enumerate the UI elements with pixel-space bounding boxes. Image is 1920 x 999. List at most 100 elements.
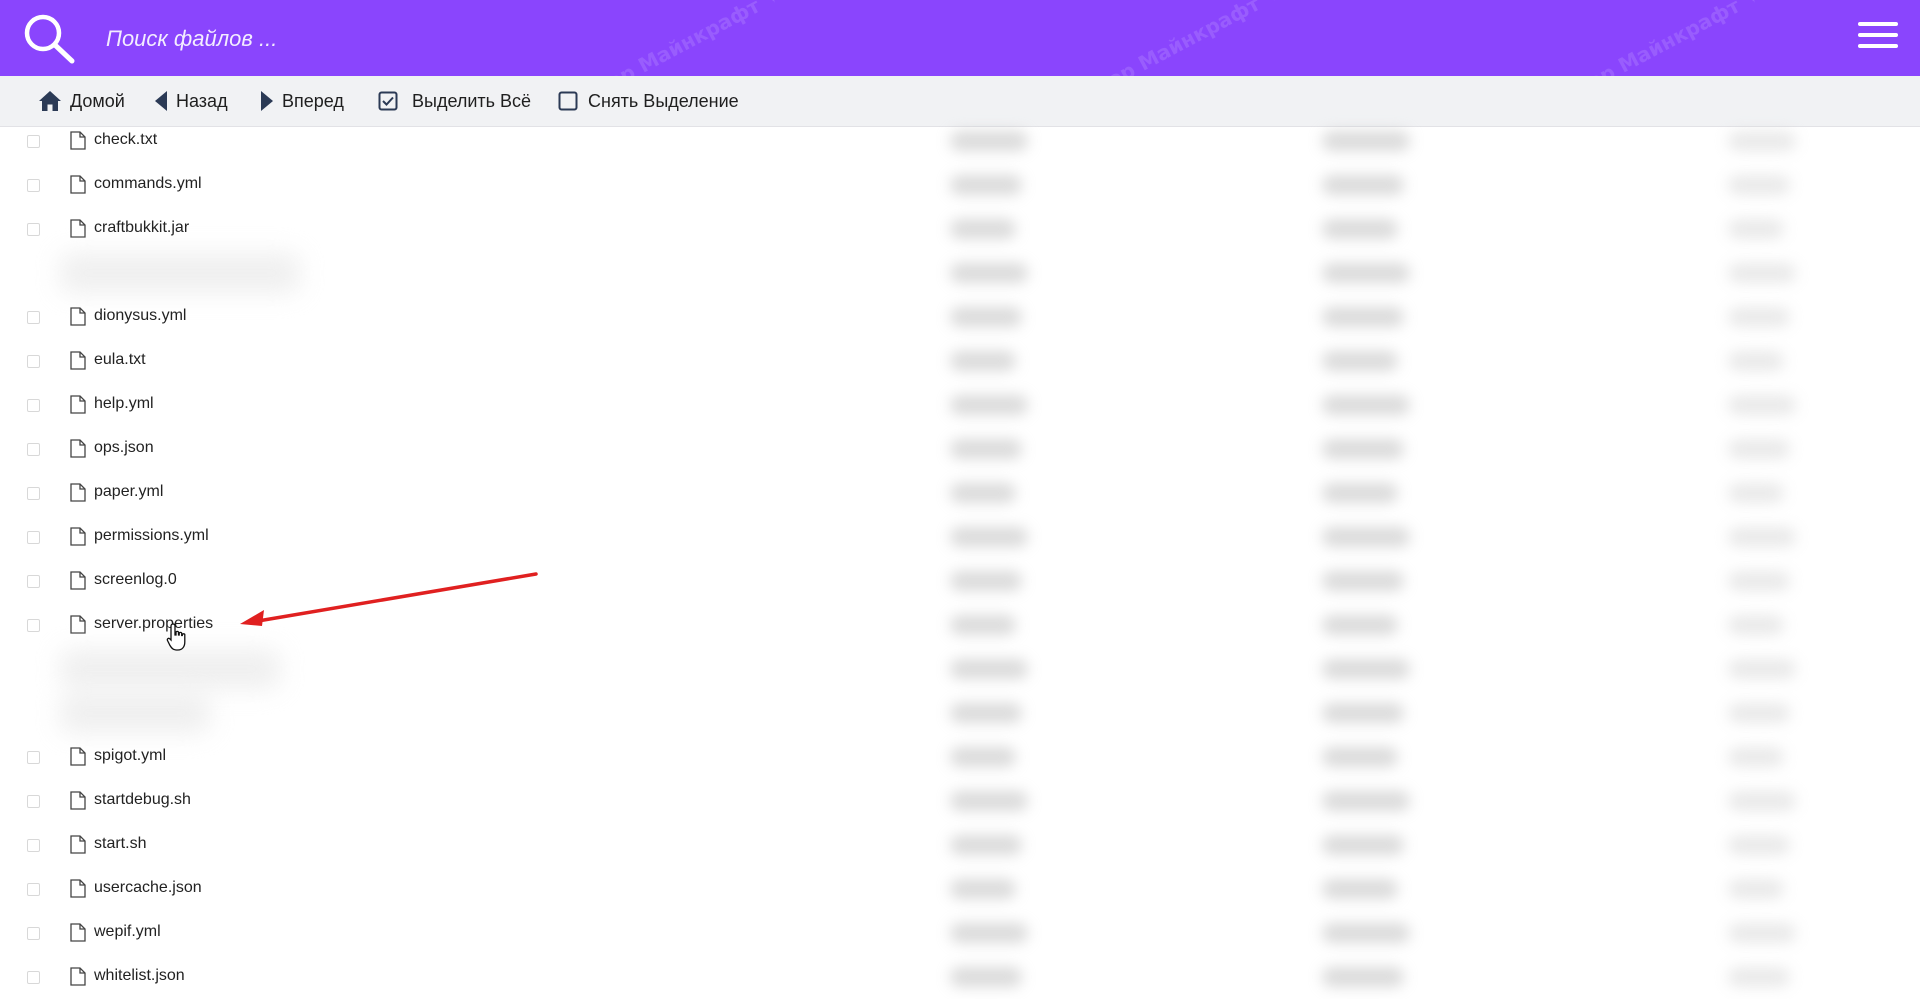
file-name[interactable]: usercache.json — [94, 879, 202, 897]
checkbox-checked-icon — [378, 91, 398, 111]
row-checkbox[interactable] — [27, 135, 40, 148]
annotation-arrow — [240, 572, 538, 626]
blurred-cell — [1322, 527, 1410, 547]
blurred-cell — [1728, 483, 1784, 503]
file-icon — [70, 835, 86, 854]
file-icon — [70, 439, 86, 458]
row-checkbox[interactable] — [27, 795, 40, 808]
blurred-cell — [950, 703, 1022, 723]
row-checkbox[interactable] — [27, 971, 40, 984]
file-row[interactable]: paper.yml — [0, 471, 700, 515]
row-checkbox[interactable] — [27, 751, 40, 764]
blurred-cell — [950, 307, 1022, 327]
blurred-cell — [1322, 351, 1398, 371]
search-icon[interactable] — [22, 12, 76, 64]
file-name[interactable]: ops.json — [94, 439, 154, 457]
blurred-cell — [1728, 791, 1796, 811]
forward-label: Вперед — [282, 90, 344, 111]
row-checkbox[interactable] — [27, 575, 40, 588]
file-row[interactable]: help.yml — [0, 383, 700, 427]
row-checkbox[interactable] — [27, 839, 40, 852]
hand-cursor-icon — [166, 623, 186, 651]
file-name[interactable]: wepif.yml — [94, 923, 161, 941]
triangle-left-icon — [155, 91, 167, 111]
blurred-cell — [1728, 967, 1790, 987]
file-row[interactable]: whitelist.json — [0, 955, 700, 999]
file-row[interactable]: eula.txt — [0, 339, 700, 383]
row-checkbox[interactable] — [27, 443, 40, 456]
file-row[interactable]: startdebug.sh — [0, 779, 700, 823]
blurred-cell — [950, 263, 1028, 283]
file-name[interactable]: start.sh — [94, 835, 146, 853]
file-name[interactable]: check.txt — [94, 131, 157, 149]
row-checkbox[interactable] — [27, 311, 40, 324]
file-name[interactable]: startdebug.sh — [94, 791, 191, 809]
file-row[interactable]: ops.json — [0, 427, 700, 471]
file-name[interactable]: spigot.yml — [94, 747, 166, 765]
file-name[interactable]: dionysus.yml — [94, 307, 186, 325]
blurred-cell — [1728, 571, 1790, 591]
blurred-cell — [950, 923, 1028, 943]
file-row[interactable] — [0, 647, 700, 691]
file-row[interactable] — [0, 251, 700, 295]
blurred-cell — [1322, 835, 1404, 855]
row-checkbox[interactable] — [27, 355, 40, 368]
file-row[interactable]: start.sh — [0, 823, 700, 867]
row-checkbox[interactable] — [27, 619, 40, 632]
file-name[interactable]: craftbukkit.jar — [94, 219, 189, 237]
blurred-cell — [1322, 439, 1404, 459]
file-row[interactable] — [0, 691, 700, 735]
file-name[interactable]: server.properties — [94, 615, 213, 633]
file-row[interactable]: check.txt — [0, 119, 700, 163]
blurred-cell — [1322, 703, 1404, 723]
blurred-cell — [950, 527, 1028, 547]
file-name[interactable]: permissions.yml — [94, 527, 209, 545]
file-icon — [70, 615, 86, 634]
home-label: Домой — [70, 90, 125, 111]
blurred-cell — [1322, 615, 1398, 635]
row-checkbox[interactable] — [27, 223, 40, 236]
file-row[interactable]: permissions.yml — [0, 515, 700, 559]
blurred-cell — [950, 571, 1022, 591]
blurred-cell — [950, 483, 1016, 503]
blurred-cell — [1322, 307, 1404, 327]
file-name[interactable]: screenlog.0 — [94, 571, 177, 589]
file-row[interactable]: craftbukkit.jar — [0, 207, 700, 251]
file-name[interactable]: commands.yml — [94, 175, 202, 193]
row-checkbox[interactable] — [27, 487, 40, 500]
row-checkbox[interactable] — [27, 531, 40, 544]
blurred-cell — [1728, 351, 1784, 371]
file-name[interactable]: help.yml — [94, 395, 154, 413]
file-row[interactable]: usercache.json — [0, 867, 700, 911]
blurred-cell — [1322, 923, 1410, 943]
blurred-cell — [950, 131, 1028, 151]
file-name[interactable]: eula.txt — [94, 351, 146, 369]
file-name[interactable]: paper.yml — [94, 483, 163, 501]
blurred-cell — [1728, 703, 1790, 723]
row-checkbox[interactable] — [27, 179, 40, 192]
search-input[interactable] — [104, 20, 808, 58]
row-checkbox[interactable] — [27, 927, 40, 940]
blurred-cell — [1728, 263, 1796, 283]
blurred-file-name — [60, 649, 280, 689]
checkbox-empty-icon — [558, 91, 578, 111]
row-checkbox[interactable] — [27, 399, 40, 412]
blurred-cell — [1322, 747, 1398, 767]
blurred-cell — [1728, 835, 1790, 855]
row-checkbox[interactable] — [27, 883, 40, 896]
file-row[interactable]: spigot.yml — [0, 735, 700, 779]
blurred-cell — [950, 747, 1016, 767]
blurred-cell — [1322, 659, 1410, 679]
file-row[interactable]: commands.yml — [0, 163, 700, 207]
file-row[interactable]: wepif.yml — [0, 911, 700, 955]
back-label: Назад — [176, 90, 228, 111]
blurred-cell — [1322, 395, 1410, 415]
blurred-cell — [950, 219, 1016, 239]
hamburger-menu-icon[interactable] — [1858, 22, 1898, 54]
file-row[interactable]: dionysus.yml — [0, 295, 700, 339]
file-icon — [70, 967, 86, 986]
blurred-cell — [1322, 571, 1404, 591]
file-name[interactable]: whitelist.json — [94, 967, 185, 985]
blurred-cell — [1322, 483, 1398, 503]
blurred-cell — [950, 659, 1028, 679]
